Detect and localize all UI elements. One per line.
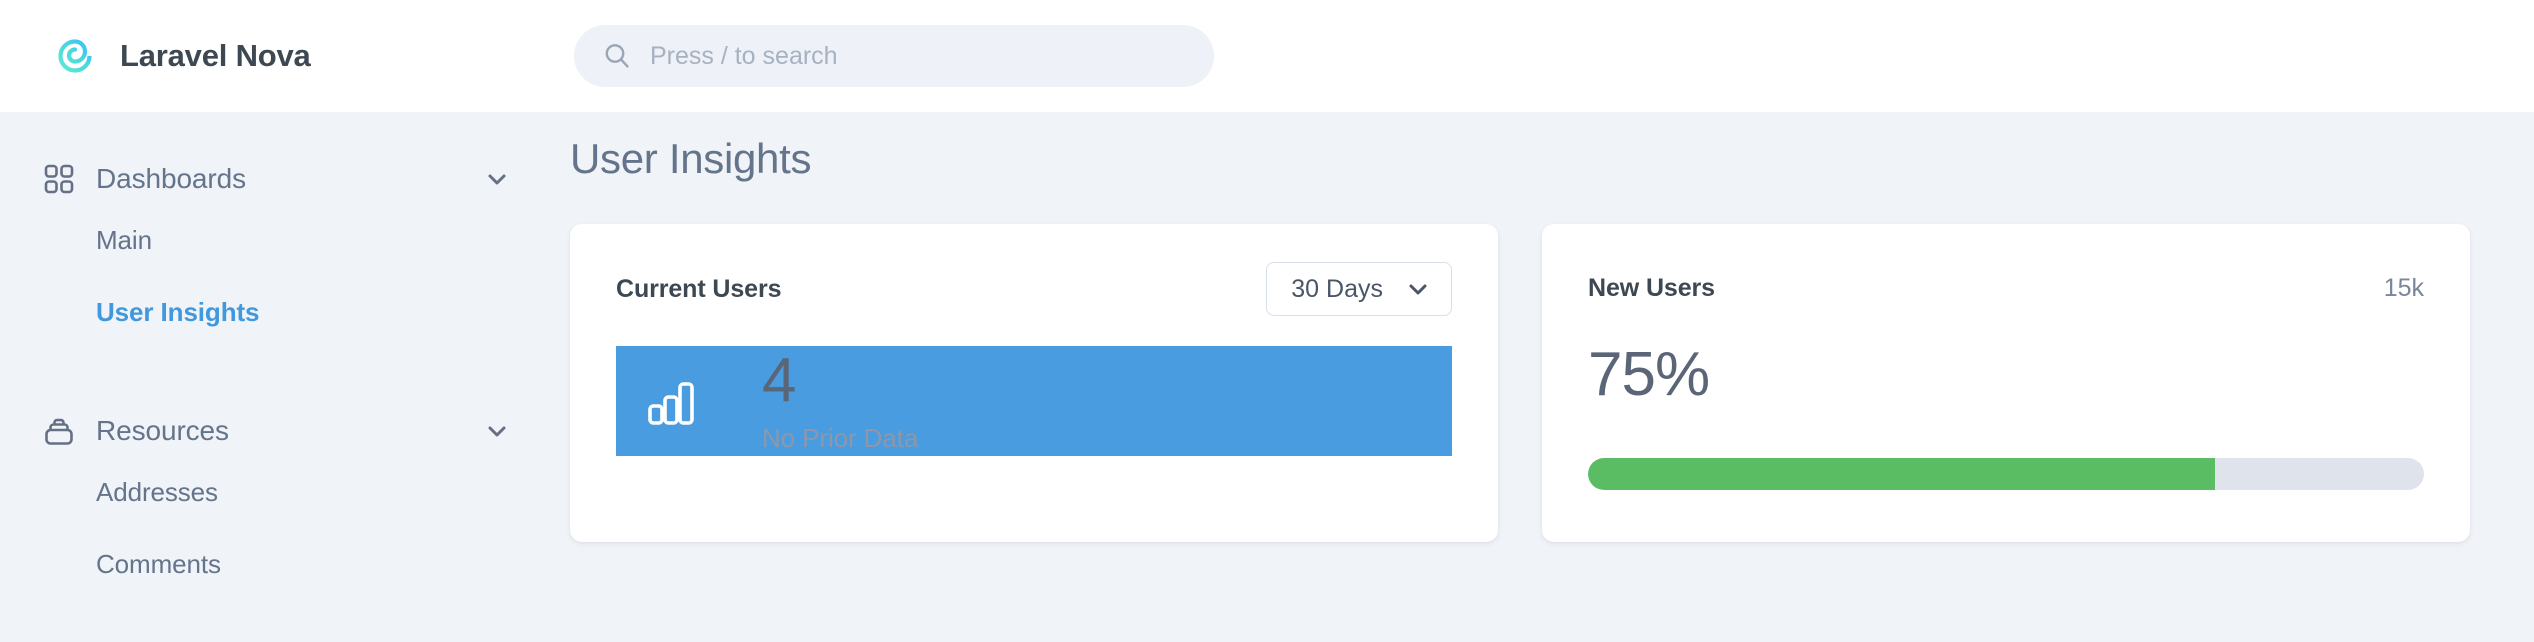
search-box[interactable] xyxy=(574,25,1214,87)
sidebar-item-comments[interactable]: Comments xyxy=(0,528,570,600)
archive-box-icon xyxy=(42,414,76,448)
search-icon xyxy=(602,41,632,71)
grid-icon xyxy=(42,162,76,196)
sidebar-section-dashboards[interactable]: Dashboards xyxy=(0,154,570,204)
search-input[interactable] xyxy=(650,25,1186,87)
chevron-down-icon[interactable] xyxy=(484,418,510,444)
card-meta-total: 15k xyxy=(2384,274,2424,303)
metric-subtitle: No Prior Data xyxy=(762,423,918,454)
app-body: Dashboards Main User Insights xyxy=(0,112,2534,642)
app-header: Laravel Nova xyxy=(0,0,2534,112)
metric-text: 4 No Prior Data xyxy=(762,346,918,454)
sidebar: Dashboards Main User Insights xyxy=(0,112,570,642)
progress-bar-fill xyxy=(1588,458,2215,490)
range-select-value: 30 Days xyxy=(1291,275,1383,304)
progress-bar xyxy=(1588,458,2424,490)
page-title: User Insights xyxy=(570,138,2470,180)
global-search[interactable] xyxy=(574,25,1214,87)
metric-value: 4 xyxy=(762,348,918,413)
card-current-users: Current Users 30 Days xyxy=(570,224,1498,542)
card-header: Current Users 30 Days xyxy=(616,262,1452,316)
sidebar-item-user-insights[interactable]: User Insights xyxy=(0,276,570,348)
sidebar-group-resources: Resources Addresses Comments xyxy=(0,406,570,600)
sidebar-section-resources[interactable]: Resources xyxy=(0,406,570,456)
main-content: User Insights Current Users 30 Days xyxy=(570,112,2534,642)
card-header: New Users 15k xyxy=(1588,262,2424,314)
range-select[interactable]: 30 Days xyxy=(1266,262,1452,316)
spiral-logo-icon xyxy=(48,29,102,83)
card-new-users: New Users 15k 75% xyxy=(1542,224,2470,542)
sidebar-spacer xyxy=(0,366,570,406)
metric-row: 4 No Prior Data xyxy=(616,346,1452,456)
metric-cards-row: Current Users 30 Days xyxy=(570,224,2470,542)
sidebar-item-addresses[interactable]: Addresses xyxy=(0,456,570,528)
sidebar-group-dashboards: Dashboards Main User Insights xyxy=(0,154,570,348)
sidebar-section-label: Resources xyxy=(96,415,484,447)
brand[interactable]: Laravel Nova xyxy=(48,29,568,83)
card-title: New Users xyxy=(1588,274,1715,303)
progress-value: 75% xyxy=(1588,344,2424,406)
card-title: Current Users xyxy=(616,275,781,304)
chevron-down-icon[interactable] xyxy=(484,166,510,192)
chevron-down-icon xyxy=(1405,276,1431,302)
bar-chart-icon xyxy=(616,346,726,456)
sidebar-item-main[interactable]: Main xyxy=(0,204,570,276)
brand-name: Laravel Nova xyxy=(120,38,311,74)
sidebar-section-label: Dashboards xyxy=(96,163,484,195)
